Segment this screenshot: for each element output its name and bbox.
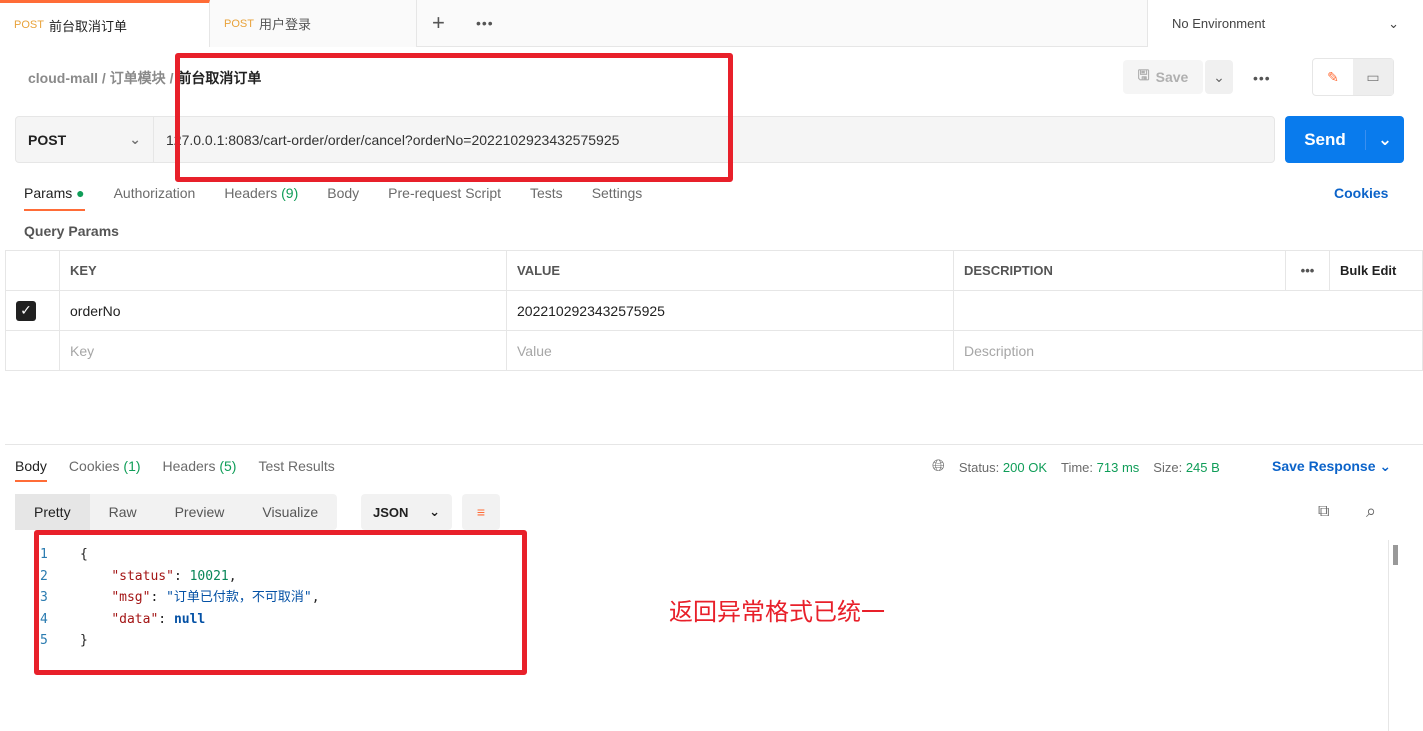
method-label: POST xyxy=(28,131,67,148)
save-label: Save xyxy=(1155,69,1189,85)
send-button[interactable]: Send ⌄ xyxy=(1285,116,1404,163)
value-input[interactable]: Value xyxy=(506,330,954,371)
table-row: ✓ orderNo 2022102923432575925 xyxy=(5,290,1423,331)
scrollbar[interactable] xyxy=(1393,545,1398,565)
format-tabs: Pretty Raw Preview Visualize xyxy=(15,494,338,530)
key-header: KEY xyxy=(59,250,507,291)
environment-select[interactable]: No Environment ⌄ xyxy=(1147,0,1423,47)
row-checkbox[interactable]: ✓ xyxy=(16,300,36,321)
more-icon[interactable]: ••• xyxy=(1285,250,1330,291)
key-input[interactable]: Key xyxy=(59,330,507,371)
save-button[interactable]: 🖫 Save xyxy=(1123,60,1203,94)
highlight-box-url xyxy=(175,53,733,182)
format-raw[interactable]: Raw xyxy=(90,494,156,530)
tab-settings[interactable]: Settings xyxy=(592,185,643,211)
comment-icon[interactable]: ▭ xyxy=(1353,59,1393,95)
scroll-track xyxy=(1388,540,1389,731)
save-dropdown[interactable]: ⌄ xyxy=(1205,60,1233,94)
globe-icon[interactable]: 🌐︎ xyxy=(932,458,945,476)
value-cell[interactable]: 2022102923432575925 xyxy=(506,290,954,331)
tab-test-results[interactable]: Test Results xyxy=(258,458,334,482)
params-table: KEY VALUE DESCRIPTION ••• Bulk Edit ✓ orderNo… xyxy=(5,250,1423,371)
tab-pre-request-script[interactable]: Pre-request Script xyxy=(388,185,501,211)
request-tabs: Params ● Authorization Headers (9) Body … xyxy=(24,185,642,211)
tab-response-headers[interactable]: Headers (5) xyxy=(163,458,237,482)
annotation-text: 返回异常格式已统一 xyxy=(669,599,885,626)
method-select[interactable]: POST ⌄ xyxy=(16,117,154,162)
cookies-link[interactable]: Cookies xyxy=(1334,185,1388,201)
tab-params[interactable]: Params ● xyxy=(24,185,85,211)
format-preview[interactable]: Preview xyxy=(156,494,244,530)
status-code: 200 OK xyxy=(1002,459,1047,475)
pencil-icon[interactable]: ✎ xyxy=(1313,59,1353,95)
key-cell[interactable]: orderNo xyxy=(59,290,507,331)
bulk-edit-button[interactable]: Bulk Edit xyxy=(1329,250,1423,291)
tab-label: 前台取消订单 xyxy=(48,18,127,34)
format-pretty[interactable]: Pretty xyxy=(15,494,90,530)
tab-authorization[interactable]: Authorization xyxy=(114,185,196,211)
send-label: Send xyxy=(1304,129,1346,149)
chevron-down-icon: ⌄ xyxy=(1388,15,1399,31)
view-toggle: ✎ ▭ xyxy=(1312,58,1394,96)
more-options-icon[interactable]: ••• xyxy=(1253,70,1271,86)
tab-method: POST xyxy=(224,17,254,30)
copy-icon[interactable]: ⧉ xyxy=(1318,503,1329,521)
environment-label: No Environment xyxy=(1172,16,1266,31)
language-select[interactable]: JSON ⌄ xyxy=(361,494,452,530)
chevron-down-icon: ⌄ xyxy=(129,131,141,147)
response-status: 🌐︎ Status: 200 OK Time: 713 ms Size: 245… xyxy=(932,458,1220,476)
tab-label: 用户登录 xyxy=(258,17,311,32)
wrap-lines-icon[interactable]: ≡ xyxy=(462,494,500,530)
highlight-box-response xyxy=(34,530,527,675)
tab-headers[interactable]: Headers (9) xyxy=(224,185,298,211)
response-time: 713 ms xyxy=(1096,459,1140,475)
query-params-heading: Query Params xyxy=(24,223,119,239)
new-tab-plus-icon[interactable]: + xyxy=(432,10,445,36)
search-icon[interactable]: ⌕ xyxy=(1366,501,1376,522)
value-header: VALUE xyxy=(506,250,954,291)
chevron-down-icon[interactable]: ⌄ xyxy=(1365,129,1404,150)
format-visualize[interactable]: Visualize xyxy=(243,494,337,530)
description-input[interactable]: Description xyxy=(953,330,1423,371)
description-header: DESCRIPTION xyxy=(953,250,1286,291)
tab-method: POST xyxy=(14,19,44,31)
save-response-button[interactable]: Save Response ⌄ xyxy=(1272,458,1391,475)
tab-body[interactable]: Body xyxy=(327,185,359,211)
more-tabs-icon[interactable]: ••• xyxy=(476,15,494,31)
save-icon: 🖫 xyxy=(1137,67,1150,83)
breadcrumb-folder[interactable]: 订单模块 xyxy=(110,70,166,86)
tab-response-cookies[interactable]: Cookies (1) xyxy=(69,458,141,482)
tab-cancel-order[interactable]: POST 前台取消订单 xyxy=(0,0,210,47)
tab-user-login[interactable]: POST 用户登录 xyxy=(210,0,417,47)
response-divider[interactable] xyxy=(5,444,1423,445)
breadcrumb-collection[interactable]: cloud-mall xyxy=(28,70,98,86)
response-tabs: Body Cookies (1) Headers (5) Test Result… xyxy=(15,458,335,482)
tab-tests[interactable]: Tests xyxy=(530,185,563,211)
response-size: 245 B xyxy=(1185,459,1220,475)
tab-response-body[interactable]: Body xyxy=(15,458,47,482)
table-row-empty: Key Value Description xyxy=(5,330,1423,371)
description-cell[interactable] xyxy=(953,290,1423,331)
